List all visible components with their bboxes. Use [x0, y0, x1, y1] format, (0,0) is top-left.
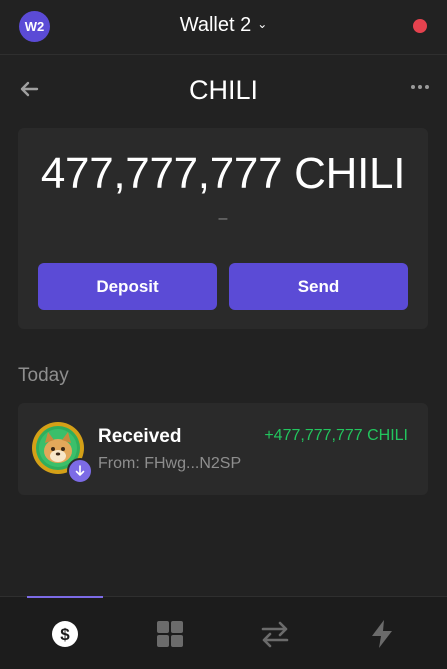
svg-text:$: $: [60, 625, 70, 644]
deposit-button[interactable]: Deposit: [38, 263, 217, 310]
active-tab-indicator: [27, 596, 103, 598]
activity-section-label: Today: [18, 365, 69, 386]
page-title: CHILI: [188, 75, 259, 105]
top-bar: W2 Wallet 2 ⌄: [0, 0, 447, 55]
nav-activity[interactable]: [367, 619, 397, 649]
wallet-switcher[interactable]: Wallet 2 ⌄: [0, 14, 447, 37]
nav-swap[interactable]: [260, 619, 290, 649]
swap-icon: [261, 621, 289, 648]
fiat-balance: –: [218, 210, 228, 227]
wallet-name: Wallet 2: [179, 14, 252, 36]
token-balance: 477,777,777 CHILI: [40, 149, 406, 198]
nav-tokens[interactable]: $: [50, 619, 80, 649]
transaction-row[interactable]: Received From: FHwg...N2SP +477,777,777 …: [18, 403, 428, 495]
lightning-icon: [372, 620, 392, 648]
transaction-sender: From: FHwg...N2SP: [98, 455, 242, 472]
transaction-title: Received: [98, 426, 182, 447]
dollar-icon: $: [52, 621, 78, 647]
balance-card: 477,777,777 CHILI – Deposit Send: [18, 128, 428, 329]
received-arrow-icon: [67, 458, 93, 484]
connection-status-dot[interactable]: [413, 19, 427, 33]
send-button[interactable]: Send: [229, 263, 408, 310]
nav-collectibles[interactable]: [155, 619, 185, 649]
chevron-down-icon: ⌄: [257, 17, 268, 31]
more-horizontal-icon[interactable]: [411, 85, 429, 89]
transaction-amount: +477,777,777 CHILI: [264, 427, 408, 444]
token-header: CHILI: [0, 55, 447, 125]
grid-icon: [157, 621, 183, 647]
bottom-nav: $: [0, 596, 447, 669]
